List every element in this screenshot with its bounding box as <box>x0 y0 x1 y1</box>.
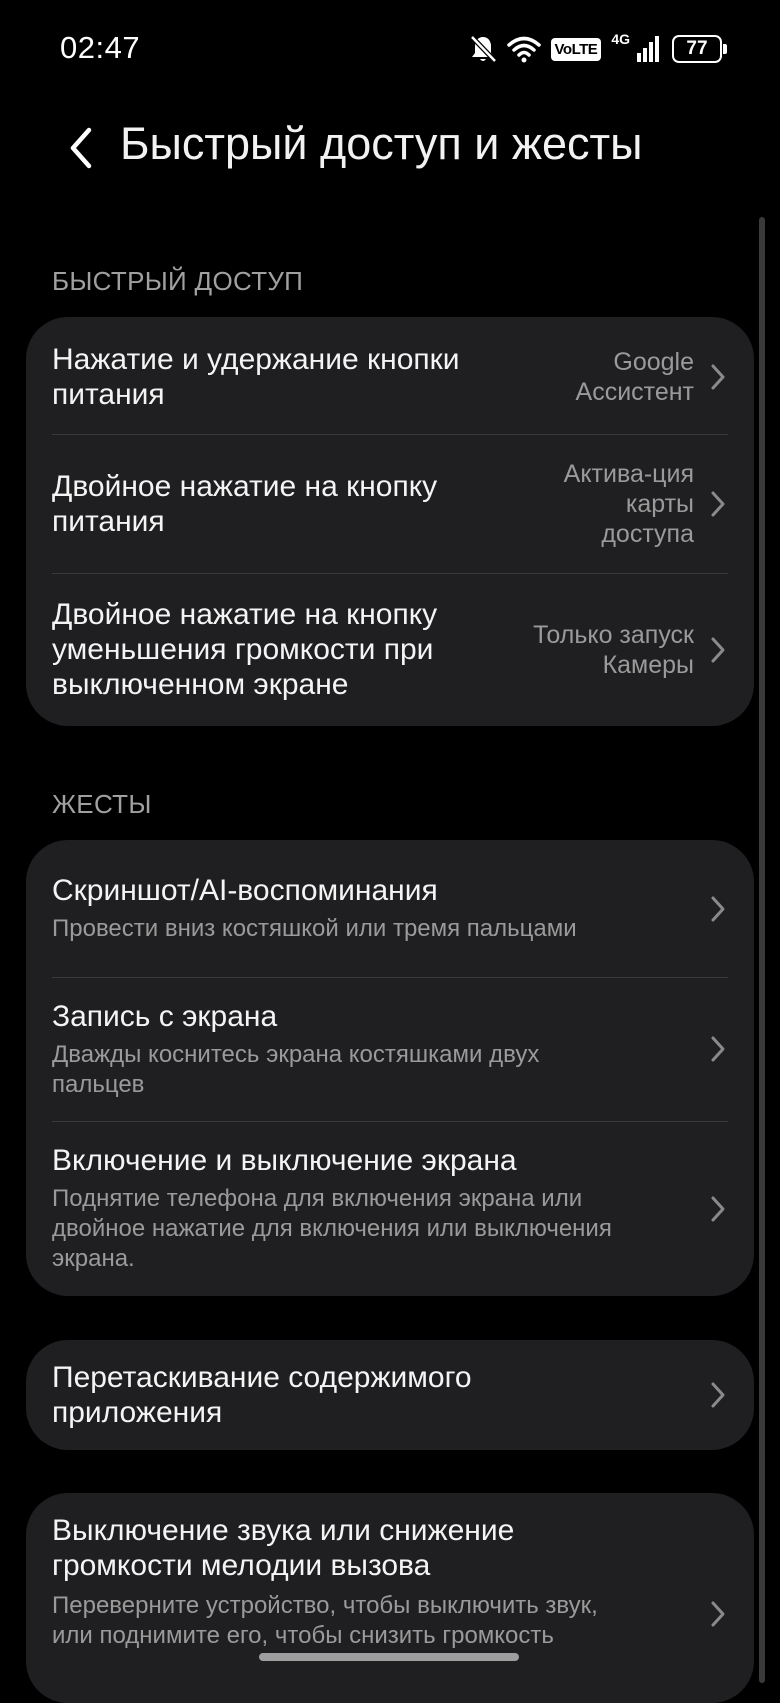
screenshot-row[interactable]: Скриншот/AI-воспоминания Провести вниз к… <box>26 840 754 977</box>
chevron-right-icon <box>708 1597 728 1631</box>
status-bar: 02:47 VoLTE 4G 77 <box>0 0 780 96</box>
status-time: 02:47 <box>60 30 141 65</box>
section-label-quick-access: БЫСТРЫЙ ДОСТУП <box>52 266 304 296</box>
row-subtitle: Переверните устройство, чтобы выключить … <box>52 1592 598 1649</box>
signal-icon <box>636 35 662 63</box>
row-title: Выключение звука или снижение громкости … <box>52 1514 515 1582</box>
network-type: 4G <box>611 31 630 47</box>
power-double-press-row[interactable]: Двойное нажатие на кнопку питания Актива… <box>26 434 754 573</box>
scrollbar[interactable] <box>759 217 765 1683</box>
row-subtitle: Дважды коснитесь экрана костяшками двух … <box>52 1040 540 1098</box>
screen-recording-row[interactable]: Запись с экрана Дважды коснитесь экрана … <box>26 977 754 1121</box>
chevron-right-icon <box>708 892 728 926</box>
screen-on-off-row[interactable]: Включение и выключение экрана Поднятие т… <box>26 1121 754 1296</box>
row-value: Только запуск Камеры <box>533 620 694 679</box>
row-title: Двойное нажатие на кнопку уменьшения гро… <box>52 598 438 701</box>
back-button[interactable] <box>56 120 106 176</box>
row-title: Включение и выключение экрана <box>52 1144 517 1177</box>
volume-down-double-press-row[interactable]: Двойное нажатие на кнопку уменьшения гро… <box>26 573 754 726</box>
mute-ringtone-card: Выключение звука или снижение громкости … <box>26 1493 754 1703</box>
chevron-right-icon <box>708 633 728 667</box>
chevron-right-icon <box>708 1192 728 1226</box>
row-value: Актива-ция карты доступа <box>563 459 694 548</box>
gestures-card: Скриншот/AI-воспоминания Провести вниз к… <box>26 840 754 1296</box>
volte-icon: VoLTE <box>550 37 602 61</box>
bell-off-icon <box>469 34 497 64</box>
quick-access-card: Нажатие и удержание кнопки питания Googl… <box>26 317 754 726</box>
row-title: Скриншот/AI-воспоминания <box>52 874 438 907</box>
chevron-right-icon <box>708 1378 728 1412</box>
power-long-press-row[interactable]: Нажатие и удержание кнопки питания Googl… <box>26 317 754 434</box>
wifi-icon <box>506 35 541 63</box>
chevron-right-icon <box>708 487 728 521</box>
home-indicator[interactable] <box>259 1653 519 1661</box>
drag-content-row[interactable]: Перетаскивание содержимого приложения <box>26 1340 754 1450</box>
drag-content-card: Перетаскивание содержимого приложения <box>26 1340 754 1450</box>
battery-icon: 77 <box>672 35 727 63</box>
row-title: Двойное нажатие на кнопку питания <box>52 469 438 538</box>
row-title: Нажатие и удержание кнопки питания <box>52 342 460 411</box>
row-title: Запись с экрана <box>52 999 278 1033</box>
header: Быстрый доступ и жесты <box>0 112 780 182</box>
chevron-right-icon <box>708 360 728 394</box>
mute-ringtone-row[interactable]: Выключение звука или снижение громкости … <box>26 1493 754 1703</box>
back-arrow-icon <box>70 127 92 169</box>
row-value: Google Ассистент <box>575 347 694 406</box>
status-icons: VoLTE 4G 77 <box>469 30 727 68</box>
row-title: Перетаскивание содержимого приложения <box>52 1361 472 1429</box>
row-subtitle: Провести вниз костяшкой или тремя пальца… <box>52 915 577 942</box>
section-label-gestures: ЖЕСТЫ <box>52 789 152 819</box>
row-subtitle: Поднятие телефона для включения экрана и… <box>52 1185 612 1272</box>
page-title: Быстрый доступ и жесты <box>120 118 643 169</box>
chevron-right-icon <box>708 1032 728 1066</box>
